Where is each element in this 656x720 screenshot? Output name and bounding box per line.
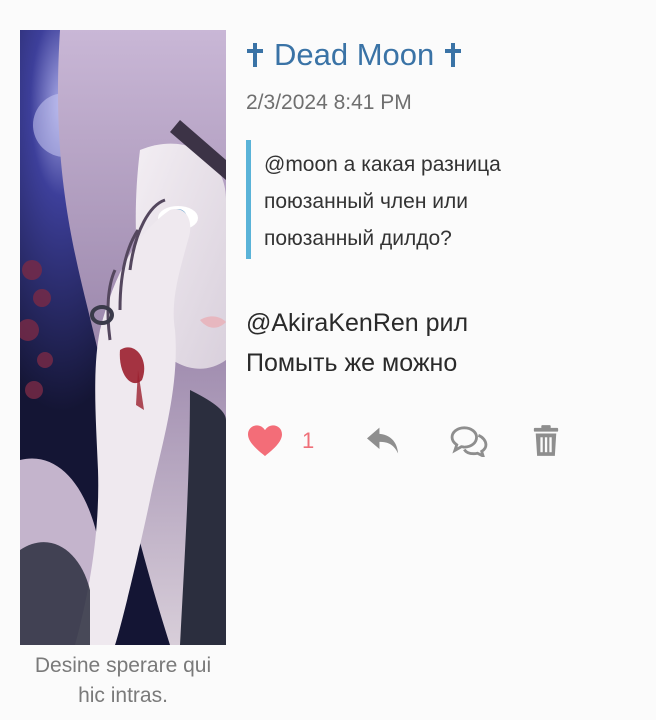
like-count: 1 (302, 428, 315, 453)
quoted-message: @moon а какая разница поюзанный член или… (246, 140, 564, 259)
avatar-image[interactable] (20, 30, 226, 645)
message-line: @AkiraKenRen рил (246, 309, 469, 337)
like-button[interactable]: 1 (246, 424, 314, 458)
post-body: Dead Moon 2/3/2024 8:41 PM @moon а какая… (246, 30, 636, 463)
latin-cross-icon (444, 42, 462, 68)
avatar-caption: Desine sperare qui hic intras. (34, 654, 212, 707)
comments-icon[interactable] (450, 425, 488, 457)
post-timestamp: 2/3/2024 8:41 PM (246, 91, 412, 114)
comment-post: Desine sperare qui hic intras. Dead Moon… (0, 0, 656, 720)
author-name[interactable]: Dead Moon (274, 35, 434, 75)
trash-icon[interactable] (532, 424, 560, 458)
action-bar: 1 (246, 419, 636, 463)
latin-cross-icon (246, 42, 264, 68)
quote-line: @moon а какая разница (264, 153, 501, 176)
message-text: @AkiraKenRen рил Помыть же можно (246, 303, 636, 383)
author-row[interactable]: Dead Moon (246, 30, 636, 80)
quote-line: поюзанный дилдо? (264, 227, 452, 250)
heart-icon[interactable] (246, 424, 284, 458)
avatar-column: Desine sperare qui hic intras. (20, 30, 226, 711)
message-line: Помыть же можно (246, 349, 458, 377)
reply-icon[interactable] (364, 425, 402, 457)
quote-line: поюзанный член или (264, 190, 468, 213)
